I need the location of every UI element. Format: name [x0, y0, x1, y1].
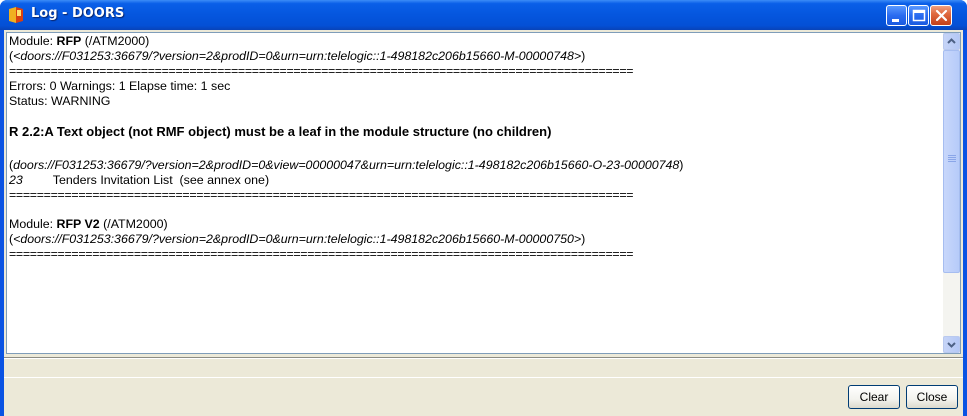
rule-heading: R 2.2:A Text object (not RMF object) mus…: [9, 124, 552, 139]
stats-line: Errors: 0 Warnings: 1 Elapse time: 1 sec: [9, 79, 231, 93]
grip-icon: [948, 155, 956, 163]
log-window: Log - DOORS Module: RFP (/ATM2000) (<doo…: [0, 0, 967, 416]
client-area: Module: RFP (/ATM2000) (<doors://F031253…: [4, 30, 963, 416]
module-path: (/ATM2000): [99, 217, 168, 231]
close-button[interactable]: Close: [906, 385, 958, 409]
module-label: Module:: [9, 217, 57, 231]
log-line-object: 23 Tenders Invitation List (see annex one…: [9, 173, 939, 188]
title-bar[interactable]: Log - DOORS: [0, 0, 967, 30]
divider: [4, 377, 963, 378]
scroll-up-button[interactable]: [943, 33, 960, 50]
scroll-down-button[interactable]: [943, 336, 960, 353]
scroll-down-arrow-icon: [947, 342, 956, 348]
doors-app-icon: [9, 7, 23, 23]
clear-button[interactable]: Clear: [848, 385, 900, 409]
module-label: Module:: [9, 34, 57, 48]
log-content: Module: RFP (/ATM2000) (<doors://F031253…: [9, 34, 939, 262]
log-line-module1-url: (<doors://F031253:36679/?version=2&prodI…: [9, 49, 939, 64]
log-line-module1: Module: RFP (/ATM2000): [9, 34, 939, 49]
object-id: 23: [9, 173, 23, 187]
paren-close: ): [581, 49, 586, 63]
close-icon: [935, 9, 948, 22]
scroll-thumb[interactable]: [943, 50, 960, 273]
separator-line: ========================================…: [9, 247, 634, 261]
divider: [4, 357, 963, 359]
maximize-icon: [912, 9, 926, 22]
minimize-icon: [892, 19, 899, 22]
paren-close: ): [581, 232, 586, 246]
object-url: doors://F031253:36679/?version=2&prodID=…: [13, 158, 680, 172]
status-line: Status: WARNING: [9, 94, 111, 108]
separator-line: ========================================…: [9, 64, 634, 78]
module-name: RFP V2: [56, 217, 100, 231]
module-name: RFP: [56, 34, 82, 48]
vertical-scrollbar[interactable]: [943, 33, 960, 353]
log-line-module2: Module: RFP V2 (/ATM2000): [9, 217, 939, 232]
object-text: Tenders Invitation List (see annex one): [52, 173, 270, 187]
maximize-button[interactable]: [908, 5, 929, 26]
log-line-module2-url: (<doors://F031253:36679/?version=2&prodI…: [9, 232, 939, 247]
log-line-object-url: (doors://F031253:36679/?version=2&prodID…: [9, 158, 939, 173]
module-path: (/ATM2000): [81, 34, 150, 48]
scroll-up-arrow-icon: [947, 38, 956, 44]
paren-close: ): [679, 158, 684, 172]
separator-line: ========================================…: [9, 188, 634, 202]
window-title: Log - DOORS: [31, 6, 125, 21]
close-window-button[interactable]: [930, 5, 952, 26]
log-text-area[interactable]: Module: RFP (/ATM2000) (<doors://F031253…: [6, 32, 961, 354]
module-url: <doors://F031253:36679/?version=2&prodID…: [13, 232, 582, 246]
minimize-button[interactable]: [886, 5, 907, 26]
module-url: <doors://F031253:36679/?version=2&prodID…: [13, 49, 582, 63]
